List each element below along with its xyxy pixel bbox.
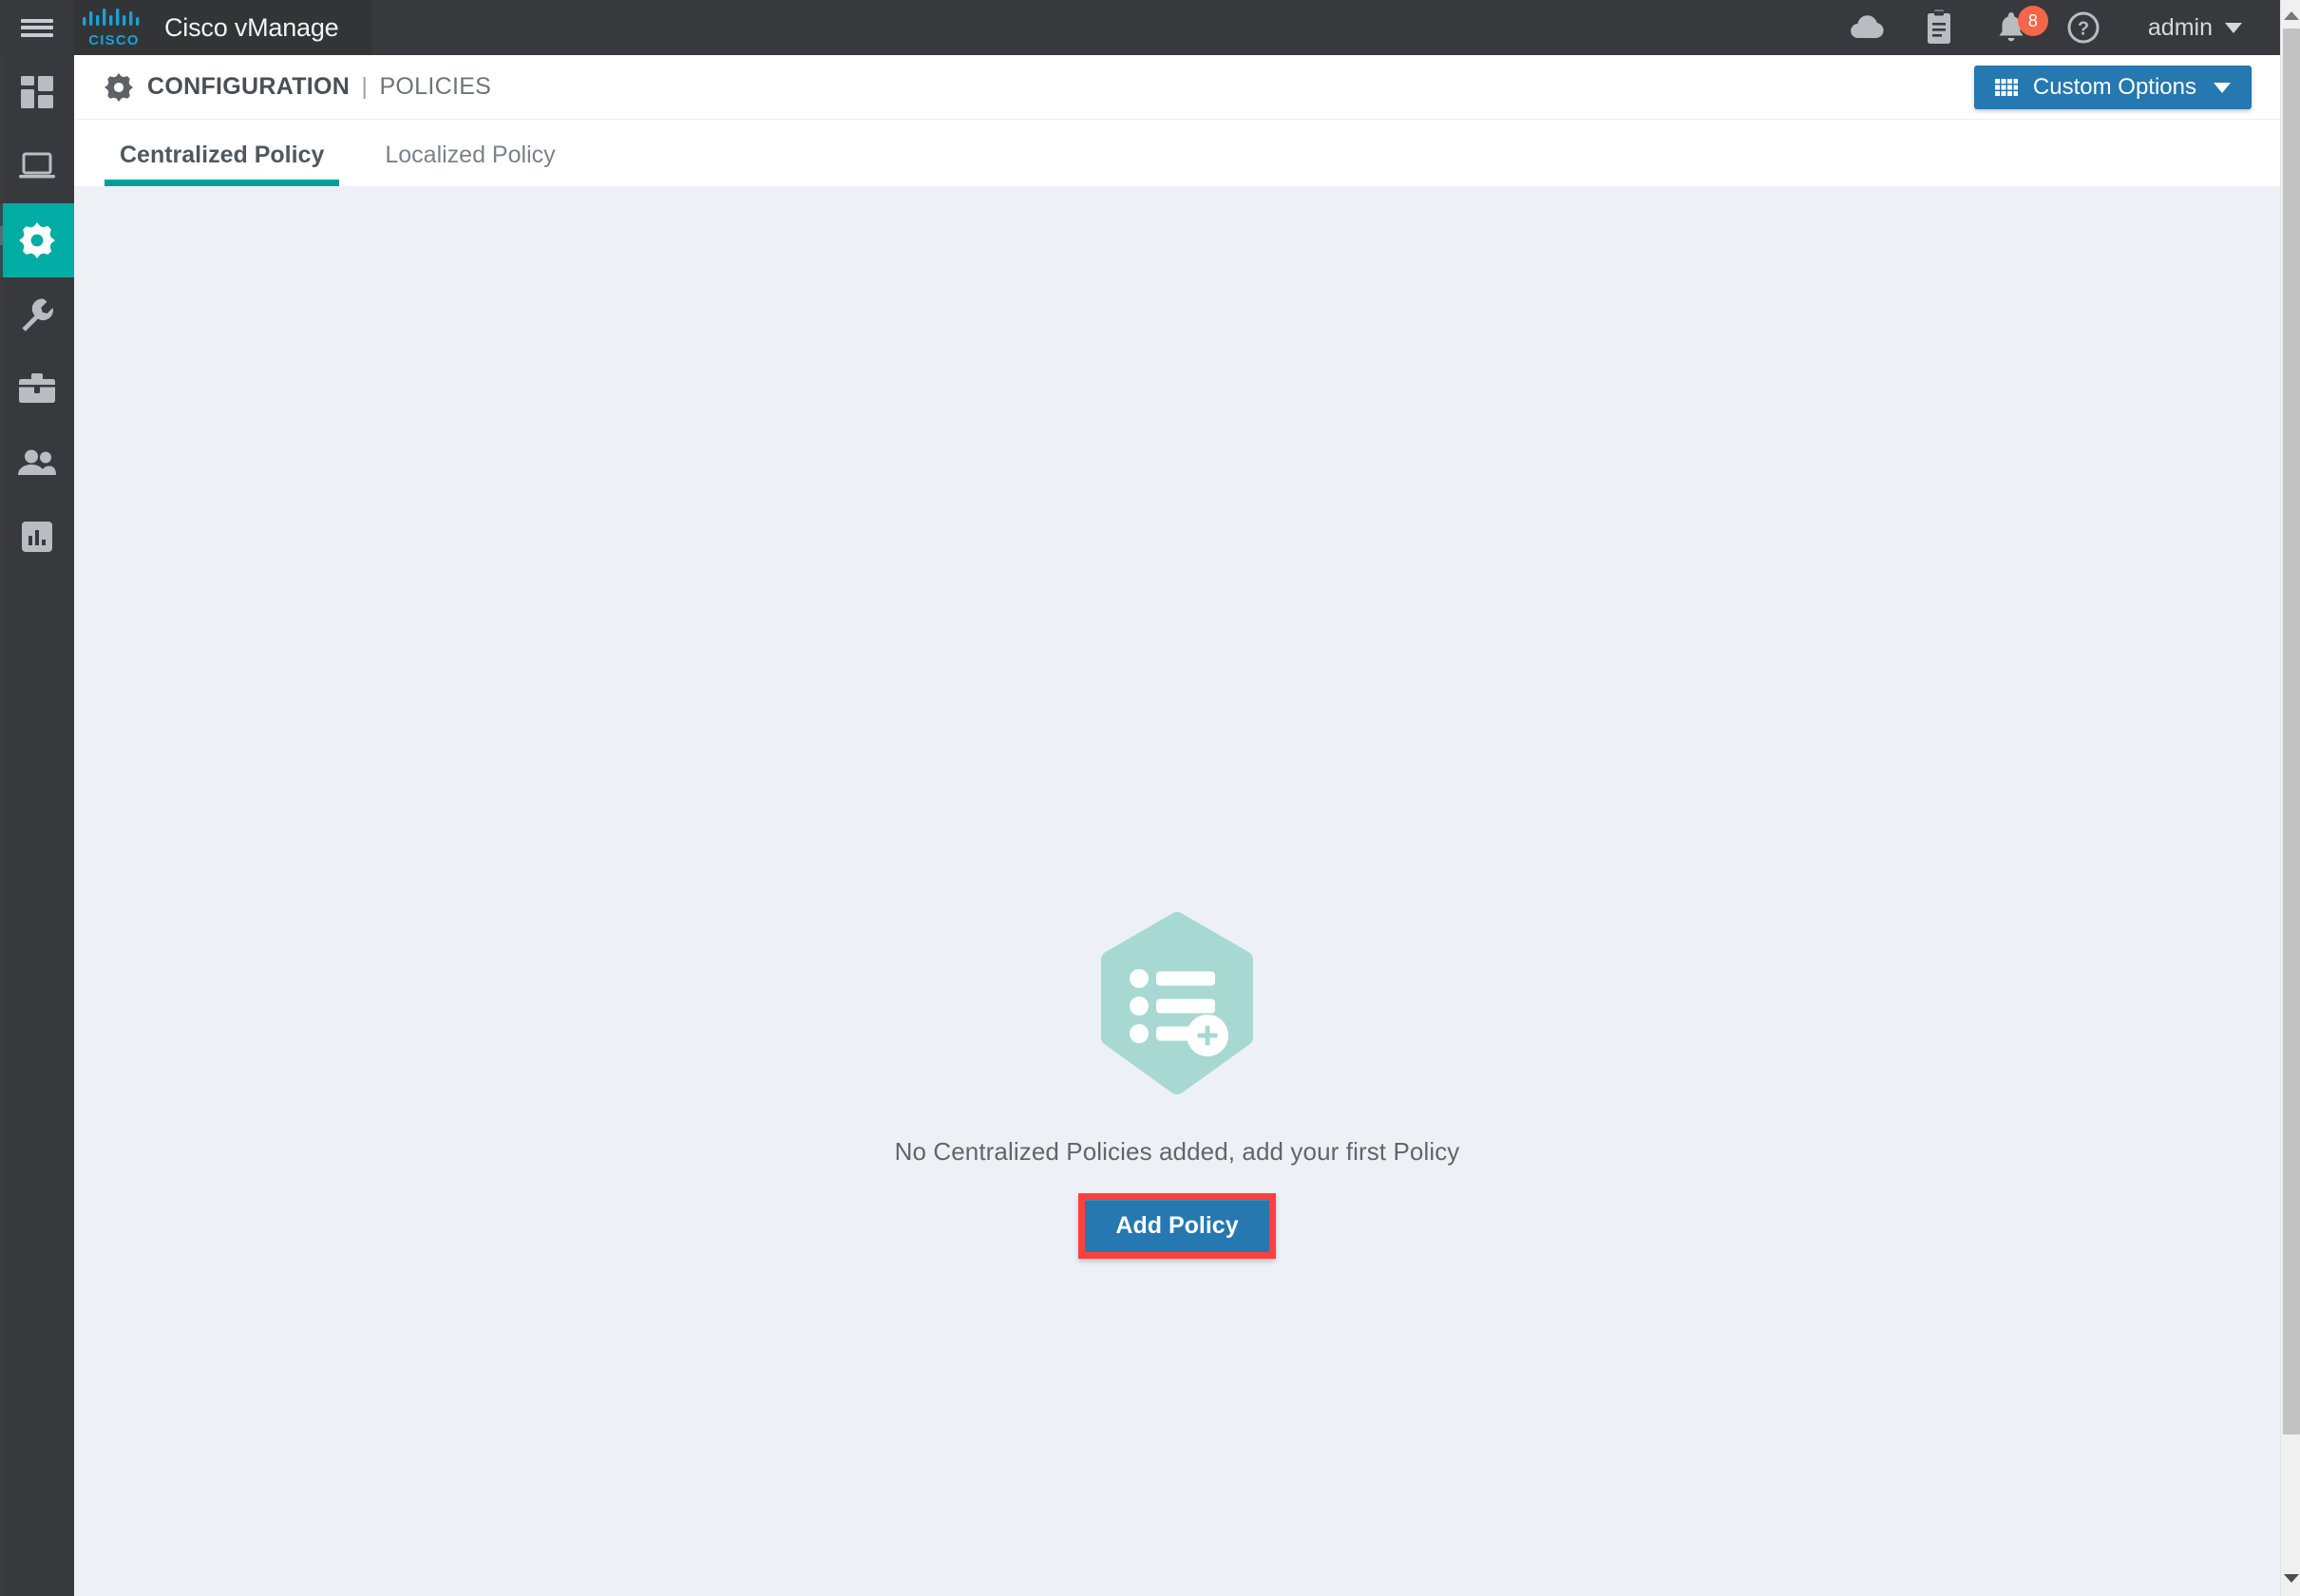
- sidebar-item-tools[interactable]: [0, 277, 74, 352]
- brand-block[interactable]: CISCO Cisco vManage: [74, 0, 371, 55]
- tab-label: Centralized Policy: [120, 142, 325, 168]
- help-glyph: ?: [2067, 11, 2100, 44]
- tasks-clipboard-icon[interactable]: [1903, 0, 1975, 55]
- clipboard-glyph: [1927, 10, 1950, 44]
- sidebar-item-configuration[interactable]: [0, 203, 74, 277]
- hamburger-menu-icon[interactable]: [0, 0, 74, 55]
- sidebar-item-analytics[interactable]: [0, 500, 74, 574]
- left-sidebar: [0, 55, 74, 1596]
- sidebar-item-maintenance[interactable]: [0, 352, 74, 426]
- monitor-laptop-icon: [19, 152, 55, 179]
- scroll-up-arrow-icon[interactable]: [2281, 6, 2300, 26]
- header-spacer: [371, 0, 1831, 55]
- tab-centralized-policy[interactable]: Centralized Policy: [105, 142, 340, 186]
- hamburger-bar: [21, 32, 53, 37]
- gear-icon: [19, 222, 55, 258]
- add-policy-button[interactable]: Add Policy: [1085, 1200, 1269, 1252]
- empty-state-message: No Centralized Policies added, add your …: [894, 1137, 1460, 1166]
- wrench-icon: [22, 298, 53, 332]
- vmanage-app-window: CISCO Cisco vManage 8 ? admin CONFIGURAT…: [0, 0, 2300, 1596]
- sidebar-item-dashboard[interactable]: [0, 55, 74, 129]
- page-title-main: CONFIGURATION: [147, 73, 351, 100]
- scroll-down-arrow-icon[interactable]: [2281, 1568, 2300, 1588]
- hamburger-bar: [21, 18, 53, 23]
- scroll-up-triangle: [2283, 11, 2299, 20]
- chevron-down-icon: [2214, 82, 2231, 93]
- chevron-down-icon: [2225, 22, 2242, 33]
- people-icon: [18, 449, 56, 475]
- empty-state-panel: No Centralized Policies added, add your …: [74, 186, 2280, 1596]
- user-menu-label: admin: [2147, 13, 2213, 41]
- hexagon-policy-list-add-icon: [1101, 912, 1253, 1094]
- gear-icon: [105, 72, 133, 102]
- alarm-bell-icon[interactable]: 8: [1975, 0, 2048, 55]
- empty-state-illustration: [1093, 908, 1262, 1103]
- user-menu[interactable]: admin: [2119, 0, 2263, 55]
- sidebar-item-monitor[interactable]: [0, 129, 74, 203]
- page-title-separator: |: [361, 73, 369, 100]
- briefcase-icon: [19, 373, 55, 403]
- bar-chart-icon: [22, 522, 52, 552]
- svg-text:CISCO: CISCO: [88, 32, 140, 48]
- app-title: Cisco vManage: [164, 12, 339, 42]
- scrollbar-thumb[interactable]: [2283, 28, 2300, 1434]
- page-title-bar: CONFIGURATION | POLICIES Custom Options: [74, 55, 2280, 120]
- policy-tabs: Centralized Policy Localized Policy: [74, 120, 2280, 186]
- vertical-scrollbar[interactable]: [2280, 0, 2300, 1596]
- custom-options-button[interactable]: Custom Options: [1973, 66, 2252, 109]
- grid-icon: [1994, 79, 2018, 96]
- tab-label: Localized Policy: [385, 142, 556, 168]
- dashboard-grid-icon: [21, 76, 53, 108]
- cloud-glyph: [1851, 15, 1884, 39]
- sidebar-item-administration[interactable]: [0, 426, 74, 500]
- header-actions: 8 ? admin: [1831, 0, 2280, 55]
- main-content: CONFIGURATION | POLICIES Custom Options: [74, 55, 2280, 1596]
- help-circle-icon[interactable]: ?: [2047, 0, 2119, 55]
- cisco-logo: CISCO: [83, 9, 140, 48]
- page-title: CONFIGURATION | POLICIES: [147, 73, 491, 101]
- notification-badge: 8: [2017, 6, 2048, 36]
- page-title-sub: POLICIES: [379, 73, 492, 100]
- add-policy-highlight-box: Add Policy: [1078, 1193, 1276, 1259]
- svg-text:?: ?: [2078, 19, 2089, 40]
- cloud-icon[interactable]: [1831, 0, 1903, 55]
- top-header-bar: CISCO Cisco vManage 8 ? admin: [0, 0, 2280, 55]
- custom-options-label: Custom Options: [2032, 74, 2196, 100]
- scroll-down-triangle: [2283, 1574, 2299, 1583]
- hamburger-bar: [21, 26, 53, 29]
- sidebar-edge-scroll-marks: [0, 55, 3, 1596]
- tab-localized-policy[interactable]: Localized Policy: [370, 142, 570, 186]
